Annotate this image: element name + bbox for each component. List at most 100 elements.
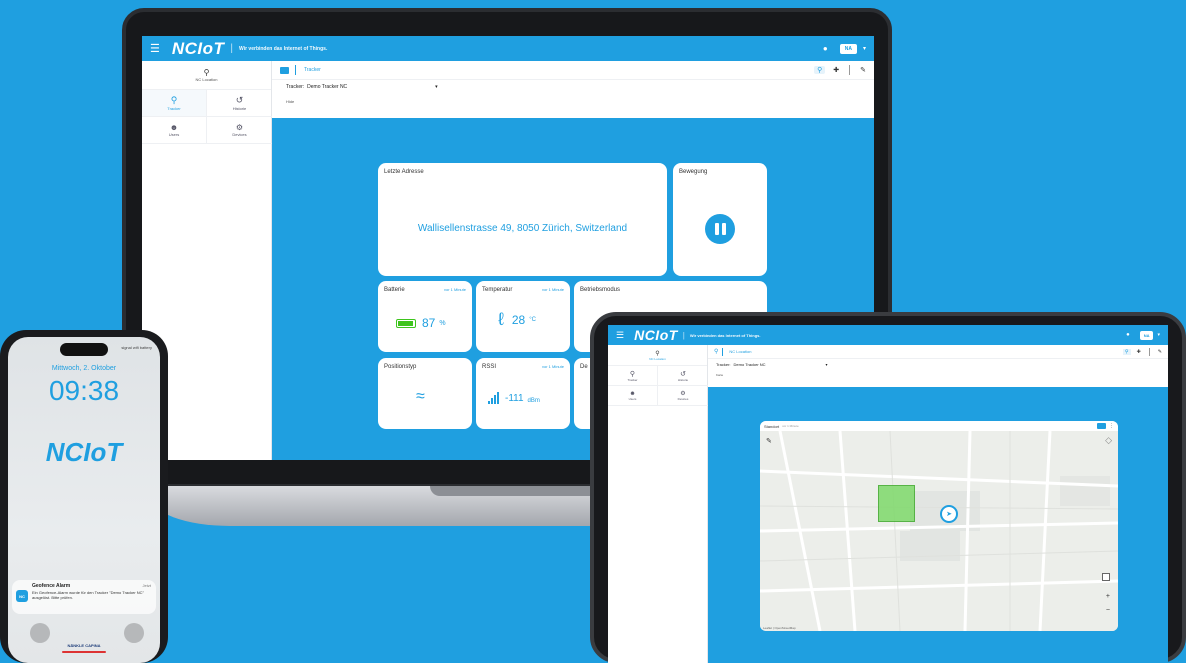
card-timestamp: vor 1 Minute [541,287,564,292]
toolbar: ⚲ NC Location ⚲ ✚ ✎ Tracker: Demo Tracke… [708,345,1168,388]
battery-icon [396,318,416,328]
lockscreen-time: 09:38 [48,375,120,406]
sidebar-item-history[interactable]: ↺ Historie [207,90,272,117]
card-title: Temperatur [482,287,513,293]
tab-location[interactable]: NC Location [729,349,751,354]
card-title: Positionstyp [384,364,417,370]
breadcrumb[interactable]: Karte [708,370,1168,380]
sidebar-item-label: Users [628,396,637,401]
map-toggle-button[interactable] [1097,423,1106,429]
menu-icon[interactable]: ☰ [616,330,624,341]
card-title: Letzte Adresse [384,169,424,175]
layers-icon[interactable]: ◇ [1105,435,1112,446]
expand-icon[interactable]: ✚ [1137,349,1141,355]
temperature-value: 28 [511,312,526,327]
history-icon: ↺ [235,95,244,105]
tracker-select-value: Demo Tracker NC [307,84,348,90]
search-icon: ⚲ [629,370,636,378]
geofence-area[interactable] [878,485,915,522]
sidebar-item-tracker[interactable]: ⚲ Tracker [608,366,658,386]
sidebar-item-devices[interactable]: ⚙ Devices [658,386,708,406]
notification-time: Jetzt [142,583,151,588]
map-attribution[interactable]: Leaflet | OpenStreetMap [763,626,796,630]
chevron-down-icon[interactable]: ▾ [826,362,828,367]
app-header: ☰ NCIoT | Wir verbinden das Internet of … [608,325,1168,345]
brand-logo: NCIoT [634,327,678,343]
map-header: Standort vor 1 Minute ⋮ [760,421,1118,431]
tab-divider [722,347,724,356]
tab-tracker[interactable]: Tracker [304,67,321,73]
location-pin-icon[interactable]: ⚲ [814,66,826,74]
sidebar-item-devices[interactable]: ⚙ Devices [207,117,272,144]
tab-bar: Tracker ⚲ ✚ ✎ [272,61,874,80]
select-area-icon[interactable] [1102,573,1110,581]
position-card: Positionstyp ≈ [378,358,472,429]
bell-icon[interactable]: ● [1126,332,1130,338]
tab-bar: ⚲ NC Location ⚲ ✚ ✎ [708,345,1168,359]
home-indicator[interactable] [62,651,106,653]
sidebar-item-label: Devices [677,397,689,401]
zoom-in-button[interactable]: + [1106,593,1110,600]
sidebar-item-label: Users [168,132,180,137]
search-icon: ⚲ [170,95,178,105]
location-pin-icon[interactable]: ⚲ [1122,348,1131,355]
phone-screen: signal wifi battery Mittwoch, 2. Oktober… [8,337,160,663]
tracker-select[interactable]: Tracker: Demo Tracker NC ▾ [708,359,1168,370]
menu-icon[interactable]: ☰ [150,42,160,55]
tracker-select-label: Tracker: [716,362,731,367]
tracker-select-label: Tracker: [286,84,305,90]
divider: | [230,43,234,54]
sidebar-item-label: Historie [232,106,247,111]
card-title: RSSI [482,364,497,370]
chevron-down-icon[interactable]: ▾ [1157,332,1160,338]
chevron-down-icon[interactable]: ▾ [435,84,438,90]
users-icon: ☻ [169,123,179,132]
edit-icon[interactable]: ✎ [1158,349,1162,355]
brand-tagline: Wir verbinden das Internet of Things. [689,332,761,338]
toolbar-divider [1148,347,1150,356]
camera-button[interactable] [124,623,144,643]
map-view[interactable] [760,431,1118,631]
location-pin-icon: ⚲ [655,350,660,357]
sidebar-item-tracker[interactable]: ⚲ Tracker [142,90,207,117]
tracker-select-value: Demo Tracker NC [733,362,766,367]
location-pin-icon[interactable]: ⚲ [714,348,718,355]
sidebar-location-label: NC Location [195,77,218,82]
tracker-select[interactable]: Tracker: Demo Tracker NC ▾ [272,80,874,94]
user-avatar[interactable]: NA [1139,330,1154,340]
brand-tagline: Wir verbinden das Internet of Things. [239,45,328,52]
laptop-base-notch [430,486,600,496]
tracker-marker-icon[interactable]: ➤ [940,505,958,523]
expand-icon[interactable]: ✚ [833,66,839,74]
sidebar-location[interactable]: ⚲ NC Location [608,345,707,366]
battery-value: 87 [422,316,436,330]
sidebar-item-history[interactable]: ↺ Historie [658,366,708,386]
sidebar-item-label: Devices [232,132,247,137]
breadcrumb[interactable]: Hide [272,94,874,108]
card-title: Batterie [384,287,405,293]
zoom-out-button[interactable]: − [1106,607,1110,614]
temperature-unit: °C [529,316,536,323]
lockscreen-date: Mittwoch, 2. Oktober [51,365,117,372]
dynamic-island [60,343,108,356]
bell-icon[interactable]: ● [823,44,828,53]
rssi-unit: dBm [527,398,540,404]
edit-icon[interactable]: ✎ [860,66,866,74]
rssi-value: -111 [505,393,524,404]
flashlight-button[interactable] [30,623,50,643]
card-title: Bewegung [679,169,708,175]
sidebar-location-label: NC Location [649,356,666,361]
user-avatar[interactable]: NA [839,43,857,54]
map-icon[interactable] [280,66,289,74]
card-timestamp: vor 1 Minute [541,364,564,369]
chevron-down-icon[interactable]: ▾ [863,45,866,52]
more-icon[interactable]: ⋮ [1109,423,1114,429]
sidebar-location[interactable]: ⚲ NC Location [142,61,271,90]
dashboard-area: Standort vor 1 Minute ⋮ ➤ ✎ ◇ + − Leafle… [708,387,1168,663]
sidebar-item-users[interactable]: ☻ Users [608,386,658,406]
sidebar-item-users[interactable]: ☻ Users [142,117,207,144]
phone-footer-text: NÄNKLE CAPINA [67,643,101,648]
edit-icon[interactable]: ✎ [766,437,772,445]
address-value: Wallisellenstrasse 49, 8050 Zürich, Swit… [417,223,628,234]
notification-card[interactable]: NC Geofence Alarm Jetzt Ein Geofence-Ala… [12,580,156,614]
